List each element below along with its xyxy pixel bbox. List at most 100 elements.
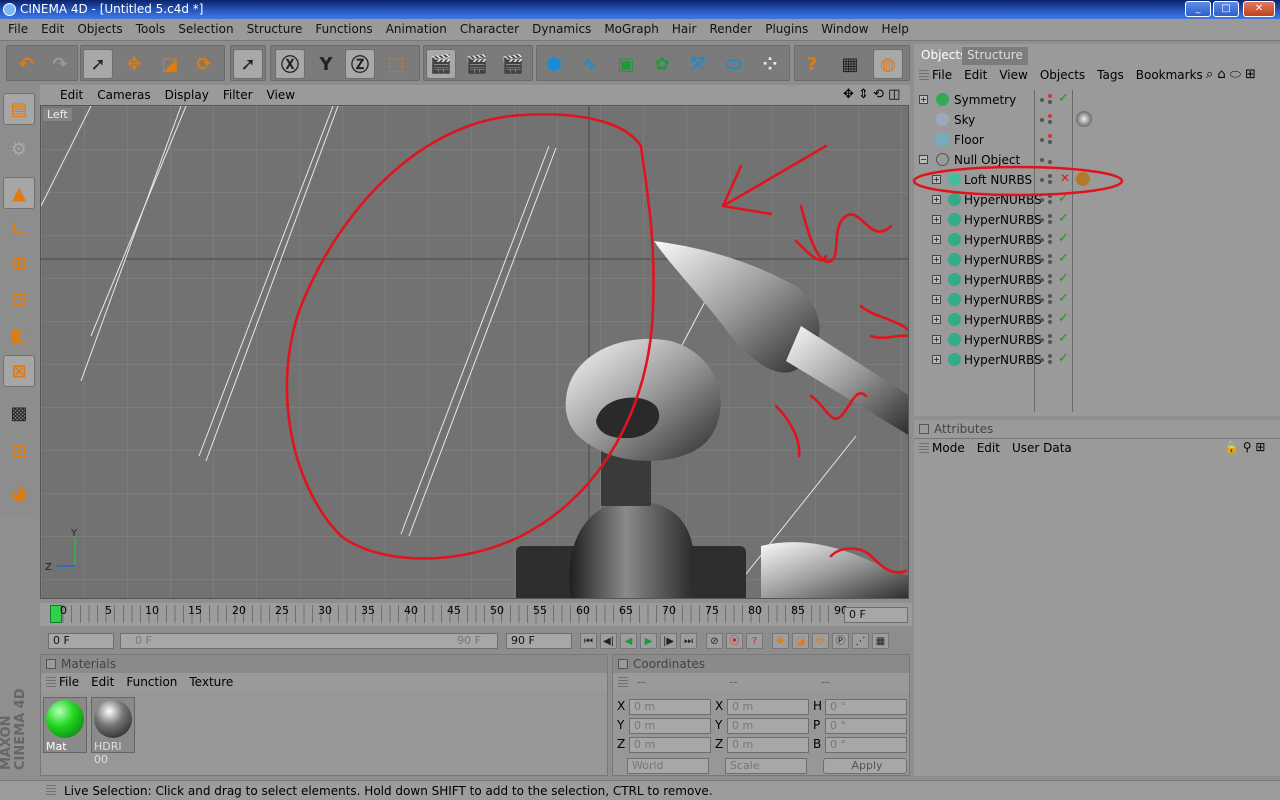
viewport[interactable]: Y Z Left: [40, 105, 909, 599]
rot-h-field[interactable]: 0 °: [825, 699, 907, 715]
web-icon[interactable]: ◍: [873, 49, 903, 79]
size-x-field[interactable]: 0 m: [727, 699, 809, 715]
menu-plugins[interactable]: Plugins: [757, 19, 813, 36]
close-button[interactable]: ✕: [1243, 1, 1275, 17]
menu-edit[interactable]: Edit: [33, 19, 69, 36]
menu-animation[interactable]: Animation: [378, 19, 452, 36]
materials-menu-texture[interactable]: Texture: [189, 675, 233, 689]
object-row-floor[interactable]: Floor: [918, 130, 1274, 150]
key-param-icon[interactable]: Ⓟ: [832, 633, 849, 649]
objects-menu-file[interactable]: File: [932, 68, 952, 82]
pos-z-field[interactable]: 0 m: [629, 737, 711, 753]
start-frame-field[interactable]: 0 F: [48, 633, 114, 649]
play-forward-icon[interactable]: ▶: [640, 633, 657, 649]
menu-render[interactable]: Render: [701, 19, 757, 36]
viewport-menu-cameras[interactable]: Cameras: [89, 85, 156, 102]
attributes-menu-edit[interactable]: Edit: [977, 441, 1000, 455]
menu-selection[interactable]: Selection: [170, 19, 238, 36]
maximize-button[interactable]: □: [1213, 1, 1239, 17]
render-view-icon[interactable]: 🎬: [426, 49, 456, 79]
menu-tools[interactable]: Tools: [128, 19, 171, 36]
viewport-menu-display[interactable]: Display: [157, 85, 215, 102]
record-icon[interactable]: ⦿: [726, 633, 743, 649]
viewport-menu-view[interactable]: View: [259, 85, 301, 102]
object-row-hypernurbs[interactable]: + HyperNURBS ✓: [918, 270, 1274, 290]
cube-icon[interactable]: ⬢: [539, 49, 569, 79]
pos-y-field[interactable]: 0 m: [629, 718, 711, 734]
tab-structure[interactable]: Structure: [962, 47, 1028, 65]
objects-menu-tags[interactable]: Tags: [1097, 68, 1124, 82]
x-axis-icon[interactable]: Ⓧ: [275, 49, 305, 79]
materials-menu-file[interactable]: File: [59, 675, 79, 689]
move-icon[interactable]: ✥: [119, 49, 149, 79]
deformer-icon[interactable]: ⤧: [683, 49, 713, 79]
material-tag-icon[interactable]: [1076, 111, 1092, 127]
redo-icon[interactable]: ↷: [45, 49, 75, 79]
object-row-sky[interactable]: Sky: [918, 110, 1274, 130]
coord-scale-select[interactable]: Scale: [725, 758, 807, 774]
live-selection-icon[interactable]: ➚: [83, 49, 113, 79]
undo-icon[interactable]: ↶: [11, 49, 41, 79]
materials-menu-function[interactable]: Function: [126, 675, 177, 689]
record-options-icon[interactable]: ⊘: [706, 633, 723, 649]
key-pla-icon[interactable]: ⋰: [852, 633, 869, 649]
object-row-hypernurbs[interactable]: + HyperNURBS ✓: [918, 350, 1274, 370]
size-z-field[interactable]: 0 m: [727, 737, 809, 753]
key-scale-icon[interactable]: ◪: [792, 633, 809, 649]
particles-icon[interactable]: ⁘: [755, 49, 785, 79]
layout-switch-icon[interactable]: ▤: [3, 93, 35, 125]
goto-end-icon[interactable]: ⏭: [680, 633, 697, 649]
object-axis-icon[interactable]: ∟: [3, 213, 35, 245]
render-settings-icon[interactable]: 🎬: [498, 49, 528, 79]
menu-objects[interactable]: Objects: [69, 19, 127, 36]
check-icon[interactable]: ✓: [1058, 351, 1069, 366]
edges-mode-icon[interactable]: ⊟: [3, 283, 35, 315]
rot-b-field[interactable]: 0 °: [825, 737, 907, 753]
check-icon[interactable]: ✓: [1058, 331, 1069, 346]
workplane-icon[interactable]: ⊡: [3, 435, 35, 467]
check-icon[interactable]: ✓: [1058, 271, 1069, 286]
menu-mograph[interactable]: MoGraph: [596, 19, 664, 36]
nurbs-icon[interactable]: ▣: [611, 49, 641, 79]
render-picture-viewer-icon[interactable]: 🎬: [462, 49, 492, 79]
key-position-icon[interactable]: ✥: [772, 633, 789, 649]
z-axis-icon[interactable]: Ⓩ: [345, 49, 375, 79]
objects-menu-view[interactable]: View: [999, 68, 1027, 82]
check-icon[interactable]: ✓: [1058, 291, 1069, 306]
next-key-icon[interactable]: |▶: [660, 633, 677, 649]
material-swatch-mat[interactable]: Mat: [43, 697, 87, 753]
object-row-symmetry[interactable]: + Symmetry ✓: [918, 90, 1274, 110]
range-slider[interactable]: 0 F 90 F: [120, 633, 498, 649]
help-icon[interactable]: ?: [797, 49, 827, 79]
last-tool-icon[interactable]: ➚: [233, 49, 263, 79]
key-rotation-icon[interactable]: ⟳: [812, 633, 829, 649]
y-axis-icon[interactable]: Y: [311, 49, 341, 79]
viewport-menu-filter[interactable]: Filter: [215, 85, 259, 102]
points-mode-icon[interactable]: ⊞: [3, 247, 35, 279]
object-row-hypernurbs[interactable]: + HyperNURBS ✓: [918, 230, 1274, 250]
sculpt-icon[interactable]: ◕: [3, 477, 35, 509]
objects-menu-objects[interactable]: Objects: [1040, 68, 1085, 82]
menu-structure[interactable]: Structure: [239, 19, 308, 36]
make-editable-icon[interactable]: ⚙: [3, 133, 35, 165]
goto-start-icon[interactable]: ⏮: [580, 633, 597, 649]
objects-menu-bookmarks[interactable]: Bookmarks: [1136, 68, 1203, 82]
size-y-field[interactable]: 0 m: [727, 718, 809, 734]
check-icon[interactable]: ✓: [1058, 91, 1069, 106]
check-icon[interactable]: ✓: [1058, 311, 1069, 326]
current-frame-field[interactable]: 0 F: [844, 607, 908, 623]
coord-mode-select[interactable]: World: [627, 758, 709, 774]
pos-x-field[interactable]: 0 m: [629, 699, 711, 715]
play-backward-icon[interactable]: ◀: [620, 633, 637, 649]
objects-menu-edit[interactable]: Edit: [964, 68, 987, 82]
attributes-menu-user-data[interactable]: User Data: [1012, 441, 1072, 455]
viewport-menu-edit[interactable]: Edit: [52, 85, 89, 102]
menu-file[interactable]: File: [0, 19, 33, 36]
model-mode-icon[interactable]: ▲: [3, 177, 35, 209]
search-icon[interactable]: ⌕ ⌂ ⬭ ⊞: [1206, 67, 1256, 82]
polygons-mode-icon[interactable]: ◧: [3, 319, 35, 351]
apply-button[interactable]: Apply: [823, 758, 907, 774]
object-row-hypernurbs[interactable]: + HyperNURBS ✓: [918, 310, 1274, 330]
object-row-hypernurbs[interactable]: + HyperNURBS ✓: [918, 210, 1274, 230]
check-icon[interactable]: ✓: [1058, 231, 1069, 246]
